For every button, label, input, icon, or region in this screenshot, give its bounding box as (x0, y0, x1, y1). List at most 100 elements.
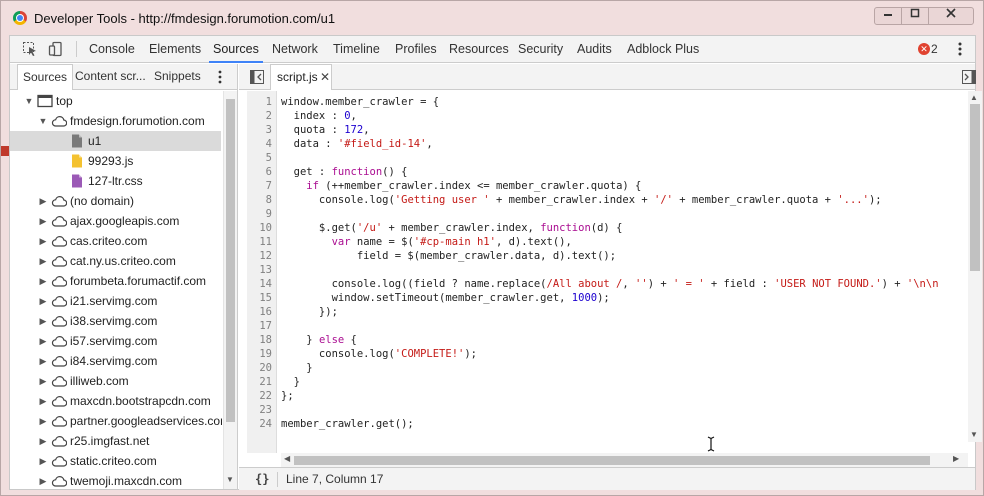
error-count[interactable]: 2 (931, 42, 938, 56)
file-tree-item[interactable]: ▶ r25.imgfast.net (10, 431, 221, 451)
navigator-scrollbar-thumb[interactable] (226, 99, 235, 422)
code-line[interactable]: } (281, 375, 300, 389)
line-number[interactable]: 20 (246, 361, 272, 375)
file-tree-item[interactable]: ▶ i38.servimg.com (10, 311, 221, 331)
file-tree-file[interactable]: 127-ltr.css (10, 171, 221, 191)
close-tab-icon[interactable]: ✕ (320, 65, 330, 90)
line-number[interactable]: 17 (246, 319, 272, 333)
minimize-button[interactable] (874, 7, 902, 25)
file-tree-file[interactable]: u1 (10, 131, 221, 151)
code-line[interactable]: }; (281, 389, 294, 403)
line-number[interactable]: 5 (246, 151, 272, 165)
tab-network[interactable]: Network (272, 36, 318, 63)
file-tree-item[interactable]: ▶ twemoji.maxcdn.com (10, 471, 221, 489)
line-number[interactable]: 18 (246, 333, 272, 347)
scroll-left-arrow-icon[interactable]: ◀ (284, 454, 290, 463)
file-tree-item[interactable]: ▶ ajax.googleapis.com (10, 211, 221, 231)
toggle-debugger-icon[interactable] (962, 70, 976, 84)
tab-script-js[interactable]: script.js ✕ (270, 64, 332, 90)
expanded-triangle-icon[interactable]: ▼ (24, 91, 34, 111)
navigator-tab-snippets[interactable]: Snippets (154, 64, 201, 89)
collapsed-triangle-icon[interactable]: ▶ (38, 311, 48, 331)
file-tree-item[interactable]: ▶ forumbeta.forumactif.com (10, 271, 221, 291)
device-mode-icon[interactable] (48, 41, 64, 57)
collapsed-triangle-icon[interactable]: ▶ (38, 271, 48, 291)
line-number[interactable]: 11 (246, 235, 272, 249)
toggle-navigator-icon[interactable] (250, 70, 264, 84)
line-number[interactable]: 10 (246, 221, 272, 235)
line-number[interactable]: 19 (246, 347, 272, 361)
file-tree-item[interactable]: ▶ (no domain) (10, 191, 221, 211)
code-line[interactable]: data : '#field_id-14', (281, 137, 433, 151)
file-tree-item[interactable]: ▶ maxcdn.bootstrapcdn.com (10, 391, 221, 411)
code-line[interactable]: console.log('Getting user ' + member_cra… (281, 193, 882, 207)
line-number[interactable]: 2 (246, 109, 272, 123)
code-line[interactable]: quota : 172, (281, 123, 370, 137)
line-number[interactable]: 23 (246, 403, 272, 417)
collapsed-triangle-icon[interactable]: ▶ (38, 451, 48, 471)
line-number[interactable]: 3 (246, 123, 272, 137)
file-tree-item[interactable]: ▶ partner.googleadservices.com (10, 411, 222, 431)
line-number[interactable]: 21 (246, 375, 272, 389)
file-tree-item[interactable]: ▶ static.criteo.com (10, 451, 221, 471)
code-line[interactable]: console.log((field ? name.replace(/All a… (281, 277, 939, 291)
file-tree-item[interactable]: ▶ illiweb.com (10, 371, 221, 391)
file-tree-file[interactable]: 99293.js (10, 151, 221, 171)
tab-timeline[interactable]: Timeline (333, 36, 380, 63)
code-line[interactable]: index : 0, (281, 109, 357, 123)
more-options-icon[interactable] (954, 41, 966, 57)
collapsed-triangle-icon[interactable]: ▶ (38, 231, 48, 251)
line-number[interactable]: 4 (246, 137, 272, 151)
file-tree-item[interactable]: ▶ i57.servimg.com (10, 331, 221, 351)
tab-resources[interactable]: Resources (449, 36, 509, 63)
code-line[interactable]: $.get('/u' + member_crawler.index, funct… (281, 221, 622, 235)
code-line[interactable]: } else { (281, 333, 357, 347)
tab-audits[interactable]: Audits (577, 36, 612, 63)
line-number[interactable]: 22 (246, 389, 272, 403)
file-tree-item[interactable]: ▶ i84.servimg.com (10, 351, 221, 371)
collapsed-triangle-icon[interactable]: ▶ (38, 431, 48, 451)
close-button[interactable] (928, 7, 974, 25)
file-tree-item[interactable]: ▶ cas.criteo.com (10, 231, 221, 251)
code-line[interactable]: window.member_crawler = { (281, 95, 439, 109)
scroll-up-arrow-icon[interactable]: ▲ (970, 93, 978, 102)
code-line[interactable]: }); (281, 305, 338, 319)
tab-console[interactable]: Console (89, 36, 135, 63)
navigator-scrollbar[interactable]: ▼ (223, 91, 237, 489)
collapsed-triangle-icon[interactable]: ▶ (38, 251, 48, 271)
tab-adblock-plus[interactable]: Adblock Plus (627, 36, 699, 63)
file-tree-item[interactable]: ▶ cat.ny.us.criteo.com (10, 251, 221, 271)
line-number[interactable]: 15 (246, 291, 272, 305)
line-number-gutter[interactable]: 1 2 3 4 5 6 7 8 9 10 11 12 13 14 15 16 17 18 19 20 21 22 23 24 (247, 91, 277, 453)
tab-profiles[interactable]: Profiles (395, 36, 437, 63)
code-line[interactable]: window.setTimeout(member_crawler.get, 10… (281, 291, 610, 305)
collapsed-triangle-icon[interactable]: ▶ (38, 411, 48, 431)
code-line[interactable]: var name = $('#cp-main h1', d).text(), (281, 235, 572, 249)
collapsed-triangle-icon[interactable]: ▶ (38, 211, 48, 231)
file-tree-item[interactable]: ▼ fmdesign.forumotion.com (10, 111, 221, 131)
line-number[interactable]: 7 (246, 179, 272, 193)
code-line[interactable]: } (281, 361, 312, 375)
code-line[interactable]: if (++member_crawler.index <= member_cra… (281, 179, 641, 193)
file-tree-item[interactable]: ▼ top (10, 91, 221, 111)
editor-vertical-scrollbar-thumb[interactable] (970, 104, 980, 271)
tab-sources[interactable]: Sources (209, 36, 263, 63)
line-number[interactable]: 1 (246, 95, 272, 109)
code-editor[interactable]: 1 2 3 4 5 6 7 8 9 10 11 12 13 14 15 16 17 18 19 20 21 22 23 24 … (239, 91, 975, 453)
code-content[interactable]: window.member_crawler = { index : 0, quo… (281, 91, 967, 453)
line-number[interactable]: 13 (246, 263, 272, 277)
maximize-button[interactable] (901, 7, 929, 25)
tab-elements[interactable]: Elements (149, 36, 201, 63)
code-line[interactable]: field = $(member_crawler.data, d).text()… (281, 249, 616, 263)
editor-vertical-scrollbar[interactable]: ▲ ▼ (968, 91, 982, 442)
code-line[interactable]: member_crawler.get(); (281, 417, 414, 431)
line-number[interactable]: 6 (246, 165, 272, 179)
line-number[interactable]: 14 (246, 277, 272, 291)
navigator-menu-icon[interactable] (215, 69, 225, 85)
editor-horizontal-scrollbar-thumb[interactable] (294, 456, 930, 465)
line-number[interactable]: 24 (246, 417, 272, 431)
collapsed-triangle-icon[interactable]: ▶ (38, 331, 48, 351)
scroll-right-arrow-icon[interactable]: ▶ (953, 454, 959, 463)
collapsed-triangle-icon[interactable]: ▶ (38, 191, 48, 211)
scroll-down-arrow-icon[interactable]: ▼ (226, 475, 234, 484)
